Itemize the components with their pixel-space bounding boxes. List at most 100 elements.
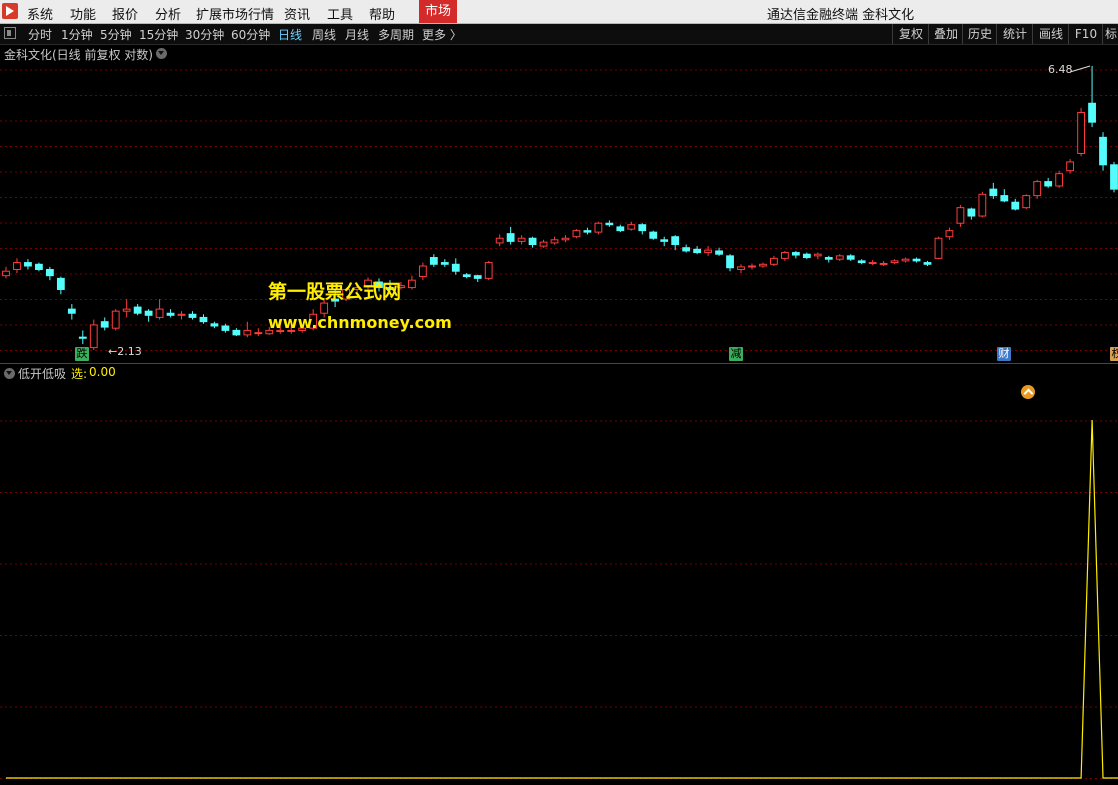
candle-body (813, 253, 822, 257)
candle-body (13, 262, 21, 270)
event-tag-drop[interactable]: 跌 (75, 347, 89, 361)
overlay-button[interactable]: 叠加 (928, 24, 963, 44)
period-intraday[interactable]: 分时 (28, 26, 52, 43)
menu-item-tools[interactable]: 工具 (327, 4, 353, 23)
period-15min[interactable]: 15分钟 (139, 26, 178, 43)
candle-body (1000, 195, 1009, 202)
watermark-url: www.chnmoney.com (268, 313, 452, 332)
candle-body (682, 247, 691, 252)
candle-body (901, 258, 910, 262)
candle-body (780, 252, 789, 259)
candle-body (133, 306, 142, 314)
candle-body (660, 239, 669, 242)
period-30min[interactable]: 30分钟 (185, 26, 224, 43)
app-logo-icon[interactable] (2, 3, 18, 19)
candle-body (1044, 181, 1053, 187)
candle-body (989, 188, 998, 197)
candle-body (759, 263, 767, 267)
candle-body (78, 336, 87, 339)
period-daily[interactable]: 日线 (278, 26, 302, 43)
statistics-button[interactable]: 统计 (996, 24, 1033, 44)
candle-body (934, 237, 943, 259)
panel-toggle-icon[interactable] (4, 27, 16, 39)
indicator-chart[interactable] (0, 363, 1118, 785)
candle-body (879, 262, 888, 265)
event-tag-reduce[interactable]: 减 (729, 347, 743, 361)
candle-body (188, 313, 197, 318)
candle-body (1022, 195, 1031, 209)
high-price-label: 6.48 (1048, 63, 1073, 76)
period-5min[interactable]: 5分钟 (100, 26, 132, 43)
restore-rights-button[interactable]: 复权 (892, 24, 929, 44)
candle-body (868, 262, 877, 265)
f10-button[interactable]: F10 (1068, 24, 1103, 44)
high-marker-line (1069, 65, 1091, 73)
indicator-key: 选: (71, 367, 88, 381)
chart-title-dropdown-icon[interactable] (156, 48, 167, 59)
candle-body (462, 274, 471, 278)
menu-item-help[interactable]: 帮助 (369, 4, 395, 23)
candle-body (923, 262, 932, 265)
menu-item-system[interactable]: 系统 (27, 4, 53, 23)
period-more[interactable]: 更多 〉 (422, 26, 462, 43)
candle-body (945, 230, 954, 238)
candle-body (517, 237, 526, 242)
candle-body (199, 316, 208, 323)
candle-body (857, 260, 866, 264)
candle-body (693, 248, 702, 254)
candle-body (627, 224, 636, 230)
candle-body (2, 270, 10, 277)
candle-body (24, 262, 32, 267)
period-1min[interactable]: 1分钟 (61, 26, 93, 43)
candle-body (824, 257, 833, 260)
candle-body (35, 263, 43, 270)
menu-item-quote[interactable]: 报价 (112, 4, 138, 23)
window-title: 通达信金融终端 金科文化 (767, 8, 915, 23)
watermark-site-name: 第一股票公式网 (268, 281, 402, 303)
period-multi[interactable]: 多周期 (378, 26, 414, 43)
candle-body (791, 252, 800, 256)
menu-item-news[interactable]: 资讯 (284, 4, 310, 23)
candle-body (715, 250, 723, 255)
candle-body (1066, 161, 1075, 172)
event-tag-rights[interactable]: 权 (1110, 347, 1118, 361)
candle-body (1033, 181, 1042, 197)
menu-item-function[interactable]: 功能 (70, 4, 96, 23)
candle-body (835, 255, 844, 260)
candle-body (429, 257, 438, 265)
candle-body (594, 222, 603, 233)
candle-body (506, 233, 515, 242)
candle-body (408, 279, 416, 289)
indicator-line (6, 419, 1118, 779)
candle-body (528, 237, 537, 246)
candle-body (440, 262, 449, 265)
market-button[interactable]: 市场 (419, 0, 457, 23)
history-button[interactable]: 历史 (962, 24, 997, 44)
period-weekly[interactable]: 周线 (312, 26, 336, 43)
candle-body (978, 193, 987, 217)
period-60min[interactable]: 60分钟 (231, 26, 270, 43)
mark-button[interactable]: 标 (1102, 24, 1118, 44)
candle-body (1110, 164, 1118, 190)
candle-body (177, 313, 186, 316)
candle-body (616, 226, 625, 232)
candle-body (210, 323, 219, 327)
chart-title: 金科文化(日线 前复权 对数) (4, 48, 153, 62)
candle-body (484, 262, 493, 279)
indicator-dropdown-icon[interactable] (4, 368, 15, 379)
period-monthly[interactable]: 月线 (345, 26, 369, 43)
candle-body (473, 275, 482, 279)
candle-body (243, 329, 252, 336)
candle-body (495, 237, 504, 244)
indicator-name[interactable]: 低开低吸 (18, 365, 66, 382)
candle-body (1011, 201, 1020, 210)
menu-item-extended-market[interactable]: 扩展市场行情 (196, 4, 274, 23)
candle-body (89, 324, 98, 349)
menu-item-analysis[interactable]: 分析 (155, 4, 181, 23)
candle-body (232, 329, 241, 336)
indicator-value: 0.00 (89, 365, 116, 379)
drawing-button[interactable]: 画线 (1032, 24, 1069, 44)
event-tag-finance[interactable]: 财 (997, 347, 1011, 361)
candle-body (550, 239, 559, 244)
price-chart[interactable] (0, 44, 1118, 363)
